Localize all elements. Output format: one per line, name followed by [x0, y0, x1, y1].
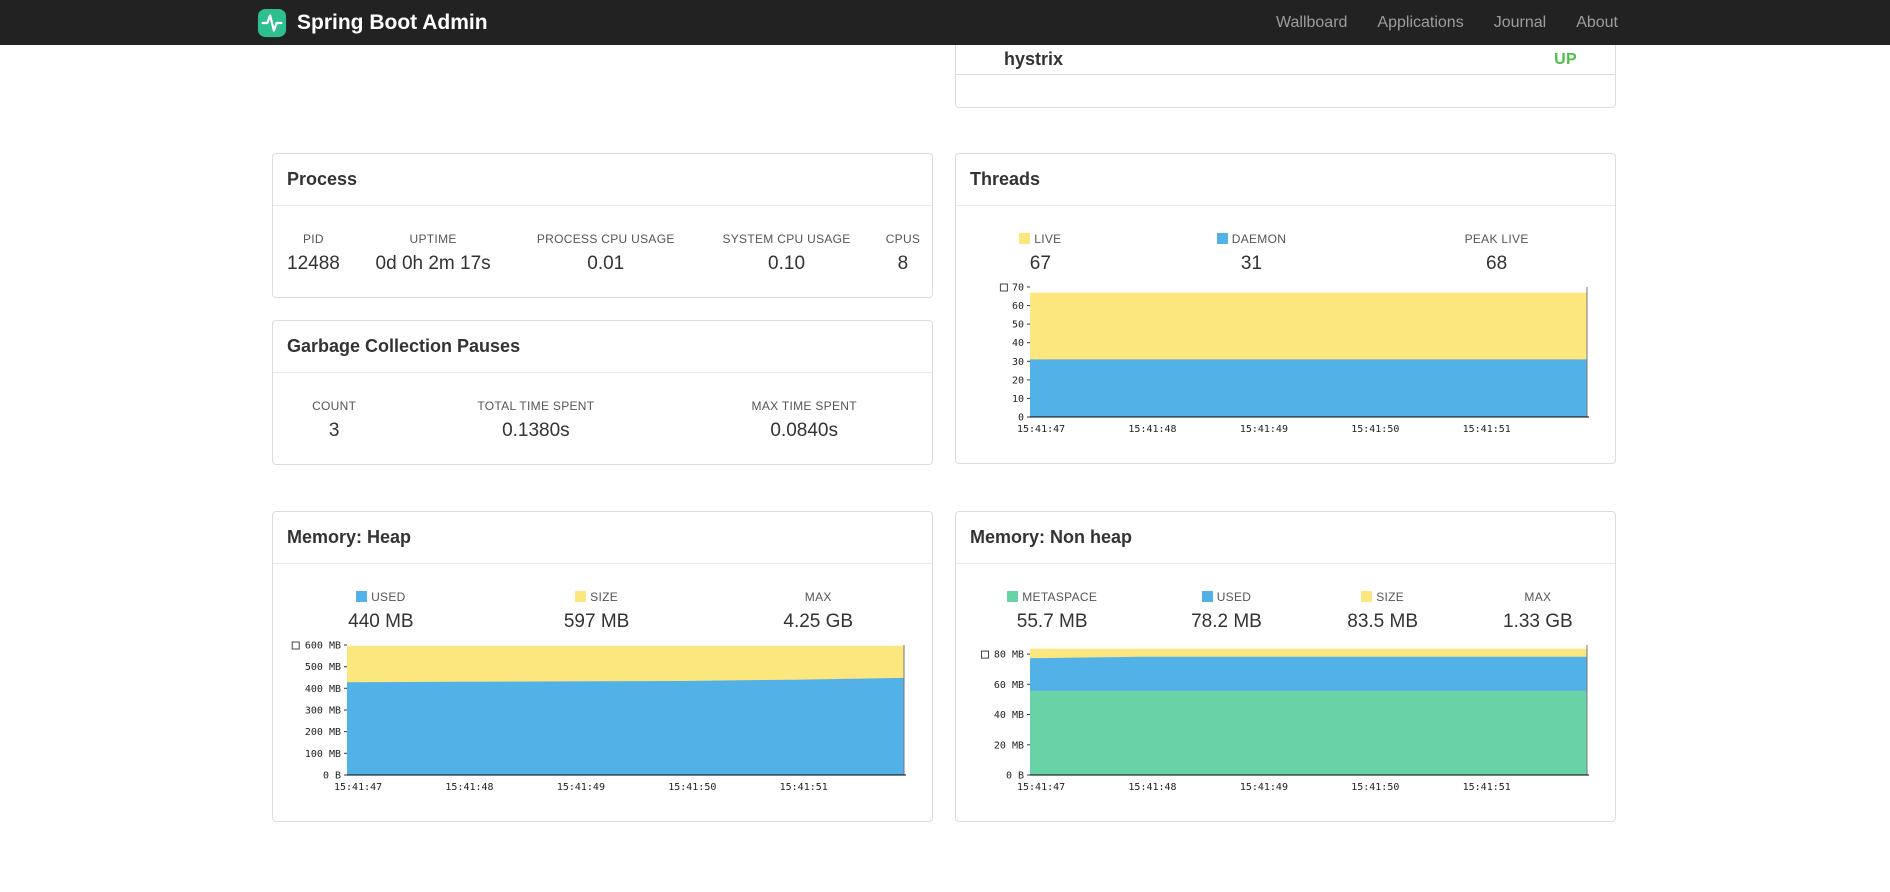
process-panel: Process PID 12488 UPTIME 0d 0h 2m 17s PR…	[272, 153, 933, 298]
memory-nonheap-panel: Memory: Non heap METASPACE 55.7 MB USED …	[955, 511, 1616, 822]
stat-nonheap-max: MAX 1.33 GB	[1503, 590, 1573, 632]
nav-applications[interactable]: Applications	[1362, 0, 1478, 45]
nav-wallboard[interactable]: Wallboard	[1261, 0, 1362, 45]
svg-text:15:41:48: 15:41:48	[1128, 424, 1176, 434]
svg-text:15:41:47: 15:41:47	[334, 782, 382, 792]
heap-size-legend-swatch-icon	[575, 591, 587, 602]
heap-used-legend-swatch-icon	[356, 591, 368, 602]
stat-gc-max-time: MAX TIME SPENT 0.0840s	[751, 399, 857, 441]
heap-stats: USED 440 MB SIZE 597 MB MAX 4.25 GB	[273, 590, 932, 633]
top-navbar: Spring Boot Admin Wallboard Applications…	[0, 0, 1890, 45]
threads-panel-title: Threads	[956, 154, 1615, 206]
process-panel-title: Process	[273, 154, 932, 206]
spring-boot-admin-logo-icon	[257, 8, 287, 38]
application-status-panel: hystrix UP	[955, 45, 1616, 108]
svg-text:60: 60	[1012, 301, 1024, 312]
svg-text:600 MB: 600 MB	[305, 641, 341, 652]
memory-nonheap-chart: 0 B 20 MB 40 MB 60 MB 80 MB 15:41:47 15:41:48 1…	[956, 640, 1615, 793]
svg-text:40 MB: 40 MB	[994, 710, 1024, 721]
svg-text:30: 30	[1012, 357, 1024, 368]
svg-text:10: 10	[1012, 394, 1024, 405]
application-row-hystrix[interactable]: hystrix UP	[956, 45, 1615, 75]
svg-text:0: 0	[1018, 413, 1024, 424]
svg-text:15:41:51: 15:41:51	[1463, 424, 1511, 434]
svg-text:70: 70	[1012, 283, 1024, 294]
live-legend-swatch-icon	[1019, 233, 1031, 244]
svg-text:100 MB: 100 MB	[305, 749, 341, 760]
stat-peak-live-threads: PEAK LIVE 68	[1464, 232, 1529, 274]
main-content: hystrix UP Process PID 12488 UPTIME 0d 0…	[272, 45, 1618, 892]
svg-text:15:41:49: 15:41:49	[557, 782, 605, 792]
stat-pid: PID 12488	[287, 232, 340, 274]
svg-text:15:41:47: 15:41:47	[1017, 782, 1065, 792]
nonheap-used-legend-swatch-icon	[1201, 591, 1213, 602]
stat-heap-used: USED 440 MB	[348, 590, 414, 632]
svg-text:80 MB: 80 MB	[994, 650, 1024, 661]
brand-title: Spring Boot Admin	[297, 10, 488, 34]
svg-text:500 MB: 500 MB	[305, 662, 341, 673]
threads-panel: Threads LIVE 67 DAEMON 31 PEAK LIVE 68 0…	[955, 153, 1616, 464]
svg-text:200 MB: 200 MB	[305, 727, 341, 738]
stat-heap-max: MAX 4.25 GB	[783, 590, 854, 632]
svg-text:15:41:47: 15:41:47	[1017, 424, 1065, 434]
nav-about[interactable]: About	[1561, 0, 1633, 45]
stat-gc-count: COUNT 3	[312, 399, 357, 441]
svg-text:400 MB: 400 MB	[305, 684, 341, 695]
stat-gc-total-time: TOTAL TIME SPENT 0.1380s	[477, 399, 595, 441]
svg-text:0 B: 0 B	[1006, 771, 1024, 782]
navbar-inner: Spring Boot Admin Wallboard Applications…	[257, 0, 1633, 45]
stat-process-cpu: PROCESS CPU USAGE 0.01	[536, 232, 675, 274]
svg-text:50: 50	[1012, 320, 1024, 331]
svg-text:15:41:51: 15:41:51	[780, 782, 828, 792]
stat-system-cpu: SYSTEM CPU USAGE 0.10	[722, 232, 851, 274]
svg-text:40: 40	[1012, 338, 1024, 349]
application-name: hystrix	[1004, 49, 1064, 69]
svg-text:15:41:49: 15:41:49	[1240, 424, 1288, 434]
stat-heap-size: SIZE 597 MB	[563, 590, 630, 632]
svg-text:20: 20	[1012, 375, 1024, 386]
stat-nonheap-used: USED 78.2 MB	[1191, 590, 1262, 632]
stat-metaspace: METASPACE 55.7 MB	[956, 590, 1148, 633]
stat-nonheap-size: SIZE 83.5 MB	[1347, 590, 1419, 632]
svg-text:0 B: 0 B	[323, 771, 341, 782]
threads-chart: 0 10 20 30 40 50 60 70 15:41:47 15:41:48 15:41:49 1…	[956, 282, 1615, 435]
nonheap-stats: METASPACE 55.7 MB USED 78.2 MB SIZE 83.5…	[956, 590, 1615, 633]
stat-cpus: CPUS 8	[885, 232, 921, 274]
gc-stats: COUNT 3 TOTAL TIME SPENT 0.1380s MAX TIM…	[273, 399, 932, 442]
gc-panel: Garbage Collection Pauses COUNT 3 TOTAL …	[272, 320, 933, 465]
daemon-legend-swatch-icon	[1216, 233, 1228, 244]
memory-heap-chart: 0 B 100 MB 200 MB 300 MB 400 MB 500 MB 600 MB 1…	[273, 640, 932, 793]
status-badge: UP	[1554, 50, 1577, 68]
nav-journal[interactable]: Journal	[1479, 0, 1561, 45]
nonheap-size-legend-swatch-icon	[1361, 591, 1373, 602]
memory-nonheap-panel-title: Memory: Non heap	[956, 512, 1615, 564]
svg-text:15:41:48: 15:41:48	[445, 782, 493, 792]
process-stats: PID 12488 UPTIME 0d 0h 2m 17s PROCESS CP…	[273, 232, 932, 275]
navbar-links: Wallboard Applications Journal About	[1261, 0, 1633, 45]
svg-text:20 MB: 20 MB	[994, 740, 1024, 751]
memory-heap-panel: Memory: Heap USED 440 MB SIZE 597 MB MAX	[272, 511, 933, 822]
brand-link[interactable]: Spring Boot Admin	[257, 8, 488, 38]
stat-live-threads: LIVE 67	[956, 232, 1125, 275]
stat-uptime: UPTIME 0d 0h 2m 17s	[375, 232, 491, 274]
stat-daemon-threads: DAEMON 31	[1125, 232, 1379, 275]
svg-text:60 MB: 60 MB	[994, 680, 1024, 691]
svg-text:15:41:50: 15:41:50	[1351, 424, 1399, 434]
svg-text:15:41:48: 15:41:48	[1128, 782, 1176, 792]
svg-text:15:41:50: 15:41:50	[668, 782, 716, 792]
memory-heap-panel-title: Memory: Heap	[273, 512, 932, 564]
gc-panel-title: Garbage Collection Pauses	[273, 321, 932, 373]
svg-text:15:41:50: 15:41:50	[1351, 782, 1399, 792]
metaspace-legend-swatch-icon	[1007, 591, 1019, 602]
svg-text:300 MB: 300 MB	[305, 706, 341, 717]
threads-stats: LIVE 67 DAEMON 31 PEAK LIVE 68	[956, 232, 1615, 275]
svg-text:15:41:51: 15:41:51	[1463, 782, 1511, 792]
svg-text:15:41:49: 15:41:49	[1240, 782, 1288, 792]
